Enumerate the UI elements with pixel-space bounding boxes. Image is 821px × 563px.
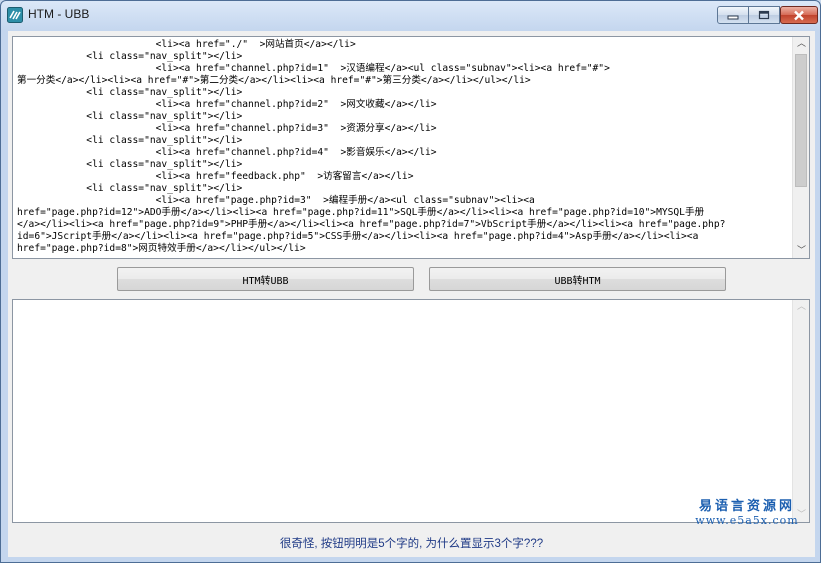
window-title: HTM - UBB bbox=[28, 7, 90, 21]
app-logo-icon bbox=[7, 7, 23, 23]
ubb-output-editor[interactable]: ︿ ﹀ bbox=[12, 299, 810, 523]
close-icon bbox=[794, 10, 804, 20]
output-vertical-scrollbar[interactable]: ︿ ﹀ bbox=[792, 300, 809, 522]
html-input-text[interactable]: <li><a href="./" >网站首页</a></li> <li clas… bbox=[17, 39, 801, 255]
scroll-up-arrow-icon[interactable]: ︿ bbox=[797, 302, 806, 312]
input-vertical-scrollbar[interactable]: ︿ ﹀ bbox=[792, 37, 809, 258]
input-scroll-thumb[interactable] bbox=[795, 54, 807, 187]
title-bar[interactable]: HTM - UBB bbox=[1, 1, 820, 31]
app-window: HTM - UBB <li><a href="./" >网站首页</a></li… bbox=[0, 0, 821, 563]
maximize-icon bbox=[758, 10, 770, 20]
close-button[interactable] bbox=[780, 6, 818, 24]
html-input-editor[interactable]: <li><a href="./" >网站首页</a></li> <li clas… bbox=[12, 36, 810, 259]
scroll-down-arrow-icon[interactable]: ﹀ bbox=[797, 246, 806, 256]
watermark-chinese: 易语言资源网 bbox=[698, 499, 795, 514]
htm-to-ubb-button[interactable]: HTM转UBB bbox=[117, 267, 414, 291]
status-label: 很奇怪, 按钮明明是5个字的, 为什么置显示3个字??? bbox=[279, 538, 544, 550]
ubb-to-htm-button[interactable]: UBB转HTM bbox=[429, 267, 726, 291]
maximize-button[interactable] bbox=[748, 6, 780, 24]
minimize-button[interactable] bbox=[717, 6, 749, 24]
client-area: <li><a href="./" >网站首页</a></li> <li clas… bbox=[8, 31, 815, 557]
scroll-up-arrow-icon[interactable]: ︿ bbox=[797, 39, 806, 49]
watermark: 易语言资源网 www.e5a5x.com bbox=[687, 495, 807, 527]
minimize-icon bbox=[727, 15, 739, 20]
watermark-url: www.e5a5x.com bbox=[695, 514, 799, 527]
